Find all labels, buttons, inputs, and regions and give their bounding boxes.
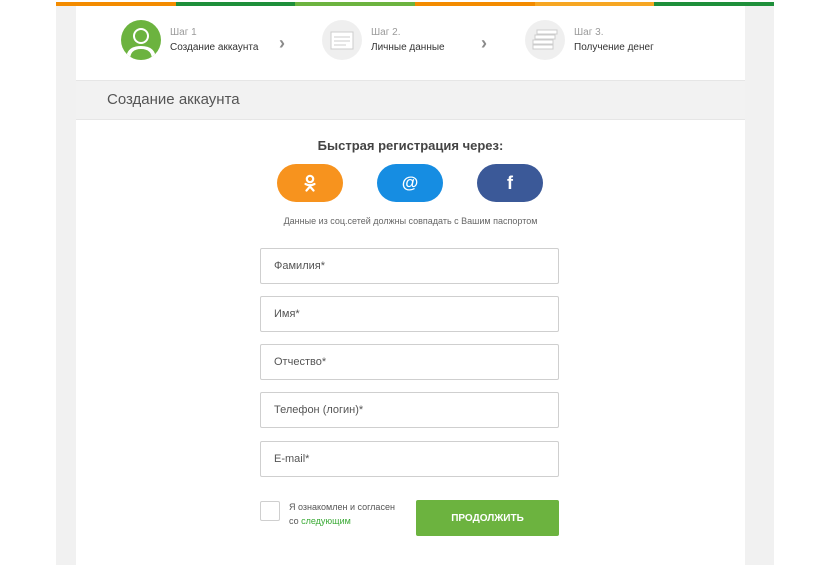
step-label: Личные данные xyxy=(371,41,445,53)
step-3: Шаг 3. Получение денег xyxy=(525,20,654,60)
social-data-note: Данные из соц.сетей должны совпадать с В… xyxy=(283,216,538,226)
step-label: Создание аккаунта xyxy=(170,41,259,53)
step-label: Получение денег xyxy=(574,41,654,53)
agree-text: Я ознакомлен и согласен xyxy=(289,502,395,512)
odnoklassniki-login-button[interactable] xyxy=(277,164,343,202)
phone-field[interactable] xyxy=(260,392,559,428)
right-gutter xyxy=(745,6,774,565)
step-number: Шаг 1 xyxy=(170,26,197,38)
odnoklassniki-icon xyxy=(304,174,316,192)
continue-button[interactable]: ПРОДОЛЖИТЬ xyxy=(416,500,559,536)
quick-registration-title: Быстрая регистрация через: xyxy=(317,138,504,153)
last-name-field[interactable] xyxy=(260,248,559,284)
middle-name-field[interactable] xyxy=(260,344,559,380)
step-1: Шаг 1 Создание аккаунта xyxy=(121,20,258,60)
agree-checkbox[interactable] xyxy=(260,501,280,521)
chevron-right-icon: › xyxy=(279,33,285,53)
chevron-right-icon: › xyxy=(481,33,487,53)
document-icon xyxy=(322,20,362,60)
left-gutter xyxy=(56,6,76,565)
step-number: Шаг 2. xyxy=(371,26,401,38)
first-name-field[interactable] xyxy=(260,296,559,332)
user-icon xyxy=(121,20,161,60)
terms-link[interactable]: следующим xyxy=(301,516,351,526)
agreement: Я ознакомлен и согласен со следующим xyxy=(260,500,395,528)
agree-prefix: со xyxy=(289,516,299,526)
at-icon: @ xyxy=(401,173,419,192)
facebook-login-button[interactable]: f xyxy=(477,164,543,202)
steps-bar: Шаг 1 Создание аккаунта › Шаг 2. Личные … xyxy=(76,6,745,80)
section-title: Создание аккаунта xyxy=(107,91,240,108)
registration-card: Шаг 1 Создание аккаунта › Шаг 2. Личные … xyxy=(76,6,745,565)
step-number: Шаг 3. xyxy=(574,26,604,38)
money-stack-icon xyxy=(525,20,565,60)
facebook-icon: f xyxy=(507,172,513,193)
section-header: Создание аккаунта xyxy=(76,80,745,120)
step-2: Шаг 2. Личные данные xyxy=(322,20,445,60)
mail-login-button[interactable]: @ xyxy=(377,164,443,202)
email-field[interactable] xyxy=(260,441,559,477)
